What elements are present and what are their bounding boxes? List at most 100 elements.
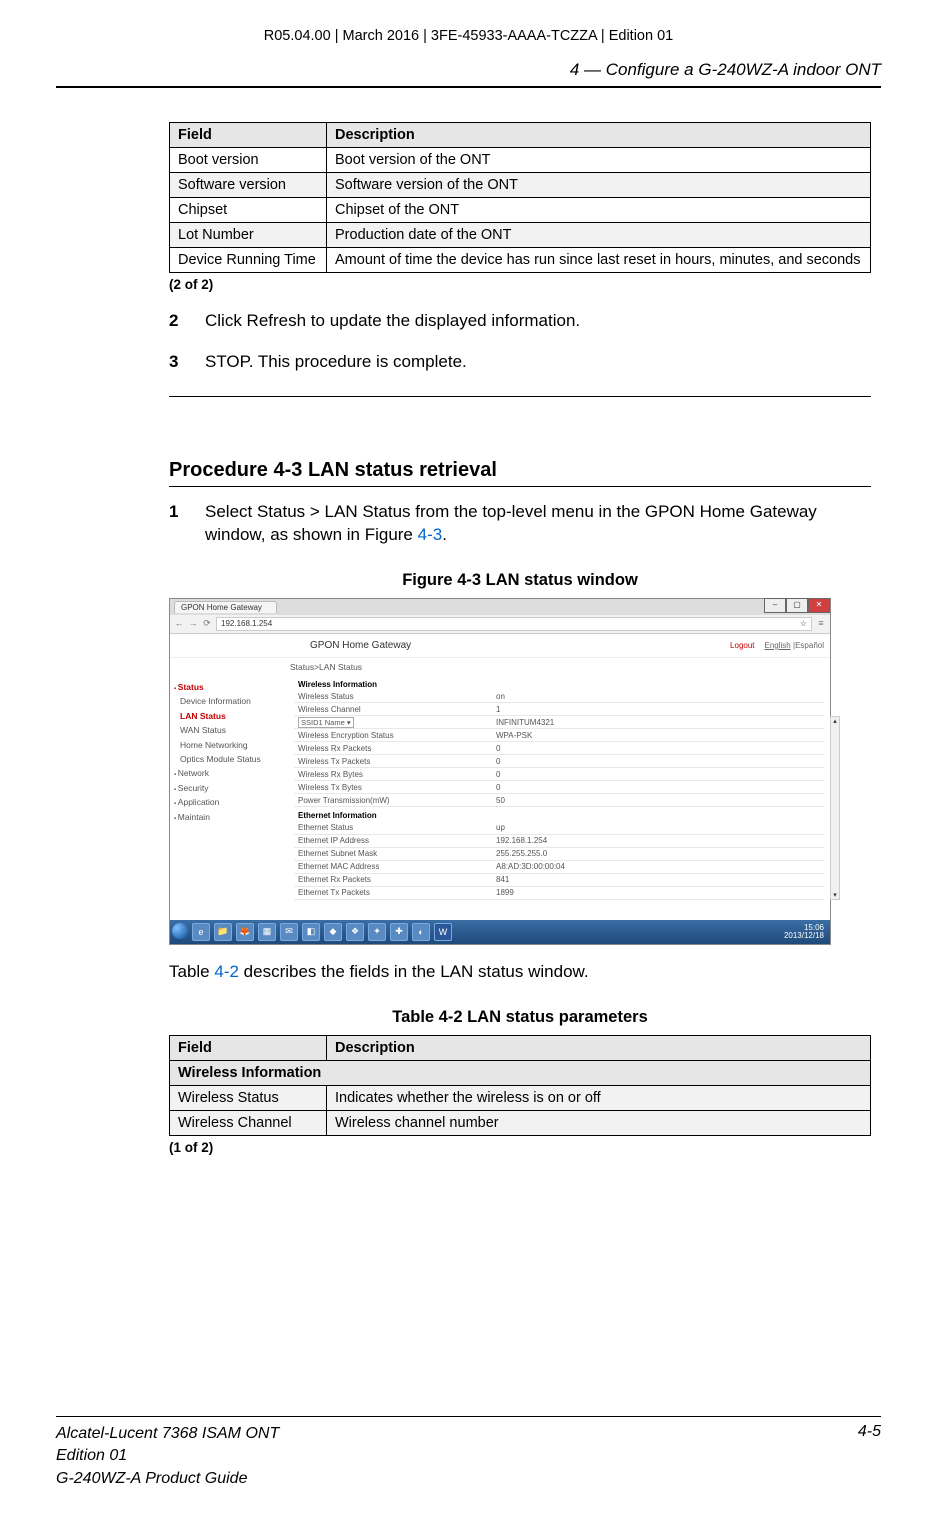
label: Ethernet MAC Address: [294, 860, 492, 873]
value: on: [492, 690, 824, 703]
value: 192.168.1.254: [492, 834, 824, 847]
cell: Boot version of the ONT: [327, 148, 871, 173]
breadcrumb: Status>LAN Status: [170, 658, 830, 676]
start-button[interactable]: [172, 923, 188, 939]
taskbar-app-icon[interactable]: ✉: [280, 923, 298, 941]
nav-home-networking[interactable]: Home Networking: [174, 738, 284, 752]
cell: Device Running Time: [170, 248, 327, 273]
nav-security[interactable]: Security: [174, 781, 284, 795]
th-field: Field: [170, 123, 327, 148]
label: Ethernet Tx Packets: [294, 886, 492, 899]
label: Wireless Rx Packets: [294, 742, 492, 755]
table-note: (1 of 2): [169, 1140, 871, 1155]
wireless-info-heading: Wireless Information: [294, 676, 824, 691]
step-2: 2 Click Refresh to update the displayed …: [169, 310, 871, 333]
browser-toolbar: ← → ⟳ 192.168.1.254 ☆ ≡: [170, 615, 830, 634]
step-num: 1: [169, 501, 187, 547]
procedure-end-rule: [169, 396, 871, 397]
nav-application[interactable]: Application: [174, 795, 284, 809]
value: A8:AD:3D:00:00:04: [492, 860, 824, 873]
nav-network[interactable]: Network: [174, 766, 284, 780]
label: Wireless Channel: [294, 703, 492, 716]
nav-fwd-icon[interactable]: →: [188, 618, 198, 630]
taskbar-explorer-icon[interactable]: 📁: [214, 923, 232, 941]
th-field: Field: [170, 1035, 327, 1060]
step-3: 3 STOP. This procedure is complete.: [169, 351, 871, 374]
window-close-button[interactable]: ✕: [808, 598, 830, 613]
step-text: STOP. This procedure is complete.: [205, 351, 467, 374]
taskbar-chrome-icon[interactable]: ◐: [412, 923, 430, 941]
ssid-select[interactable]: SSID1 Name ▾: [298, 717, 354, 728]
page-footer: Alcatel-Lucent 7368 ISAM ONT Edition 01 …: [56, 1416, 881, 1490]
taskbar-app-icon[interactable]: ✦: [368, 923, 386, 941]
browser-tab[interactable]: GPON Home Gateway: [174, 601, 277, 613]
window-max-button[interactable]: ▢: [786, 598, 808, 613]
app-title: GPON Home Gateway: [310, 640, 411, 651]
taskbar: e 📁 🦊 ▦ ✉ ◧ ◆ ❖ ✦ ✚ ◐ W 15:06 2013/12/18: [170, 920, 830, 944]
cell: Chipset: [170, 198, 327, 223]
text: .: [442, 525, 447, 544]
ssid-select-cell: SSID1 Name ▾: [294, 716, 492, 729]
cell: Wireless Status: [170, 1085, 327, 1110]
nav-status[interactable]: Status: [174, 680, 284, 694]
params-table-cont: Field Description Boot versionBoot versi…: [169, 122, 871, 273]
window-min-button[interactable]: –: [764, 598, 786, 613]
taskbar-app-icon[interactable]: ◆: [324, 923, 342, 941]
text: Table: [169, 962, 214, 981]
footer-edition: Edition 01: [56, 1445, 279, 1467]
label: Wireless Rx Bytes: [294, 768, 492, 781]
nav-wan-status[interactable]: WAN Status: [174, 723, 284, 737]
figure-link[interactable]: 4-3: [418, 525, 443, 544]
nav-back-icon[interactable]: ←: [174, 618, 184, 630]
section-row: Wireless Information: [170, 1060, 871, 1085]
nav-lan-status[interactable]: LAN Status: [174, 709, 284, 723]
section-header: 4 — Configure a G-240WZ-A indoor ONT: [56, 54, 881, 86]
value: 0: [492, 755, 824, 768]
text: describes the fields in the LAN status w…: [239, 962, 589, 981]
address-bar[interactable]: 192.168.1.254 ☆: [216, 617, 812, 631]
cell: Software version: [170, 173, 327, 198]
nav-reload-icon[interactable]: ⟳: [202, 618, 212, 630]
lan-params-table: Field Description Wireless Information W…: [169, 1035, 871, 1136]
menu-icon[interactable]: ≡: [816, 618, 826, 630]
taskbar-app-icon[interactable]: ❖: [346, 923, 364, 941]
scrollbar[interactable]: [830, 716, 840, 900]
sidebar: Status Device Information LAN Status WAN…: [170, 676, 288, 906]
lang-en-link[interactable]: English: [765, 641, 791, 650]
step-text: Click Refresh to update the displayed in…: [205, 310, 580, 333]
table-note: (2 of 2): [169, 277, 871, 292]
label: Wireless Encryption Status: [294, 729, 492, 742]
footer-product: Alcatel-Lucent 7368 ISAM ONT: [56, 1423, 279, 1445]
wireless-info-table: Wireless Information Wireless Statuson W…: [294, 676, 824, 900]
taskbar-word-icon[interactable]: W: [434, 923, 452, 941]
system-tray[interactable]: 15:06 2013/12/18: [784, 924, 828, 940]
bookmark-icon[interactable]: ☆: [800, 618, 807, 630]
label: Wireless Tx Bytes: [294, 781, 492, 794]
value: up: [492, 822, 824, 835]
page-number: 4-5: [858, 1423, 881, 1490]
nav-optics[interactable]: Optics Module Status: [174, 752, 284, 766]
value: 1: [492, 703, 824, 716]
figure-caption: Figure 4-3 LAN status window: [169, 571, 871, 590]
step-1: 1 Select Status > LAN Status from the to…: [169, 501, 871, 547]
app-header: GPON Home Gateway Logout English |Españo…: [170, 634, 830, 658]
table-link[interactable]: 4-2: [214, 962, 239, 981]
nav-maintain[interactable]: Maintain: [174, 810, 284, 824]
taskbar-app-icon[interactable]: ◧: [302, 923, 320, 941]
url-text: 192.168.1.254: [221, 618, 272, 630]
doc-meta: R05.04.00 | March 2016 | 3FE-45933-AAAA-…: [56, 28, 881, 54]
value: 50: [492, 794, 824, 807]
value: 0: [492, 742, 824, 755]
nav-device-info[interactable]: Device Information: [174, 694, 284, 708]
taskbar-app-icon[interactable]: ✚: [390, 923, 408, 941]
logout-link[interactable]: Logout: [730, 641, 754, 650]
taskbar-firefox-icon[interactable]: 🦊: [236, 923, 254, 941]
footer-guide: G-240WZ-A Product Guide: [56, 1468, 279, 1490]
cell: Amount of time the device has run since …: [327, 248, 871, 273]
lang-es-link[interactable]: Español: [795, 641, 824, 650]
value: 255.255.255.0: [492, 847, 824, 860]
taskbar-app-icon[interactable]: ▦: [258, 923, 276, 941]
text: Select Status > LAN Status from the top-…: [205, 502, 817, 544]
taskbar-ie-icon[interactable]: e: [192, 923, 210, 941]
figure-lan-status-window: GPON Home Gateway – ▢ ✕ ← → ⟳ 192.168.1.…: [169, 598, 831, 945]
